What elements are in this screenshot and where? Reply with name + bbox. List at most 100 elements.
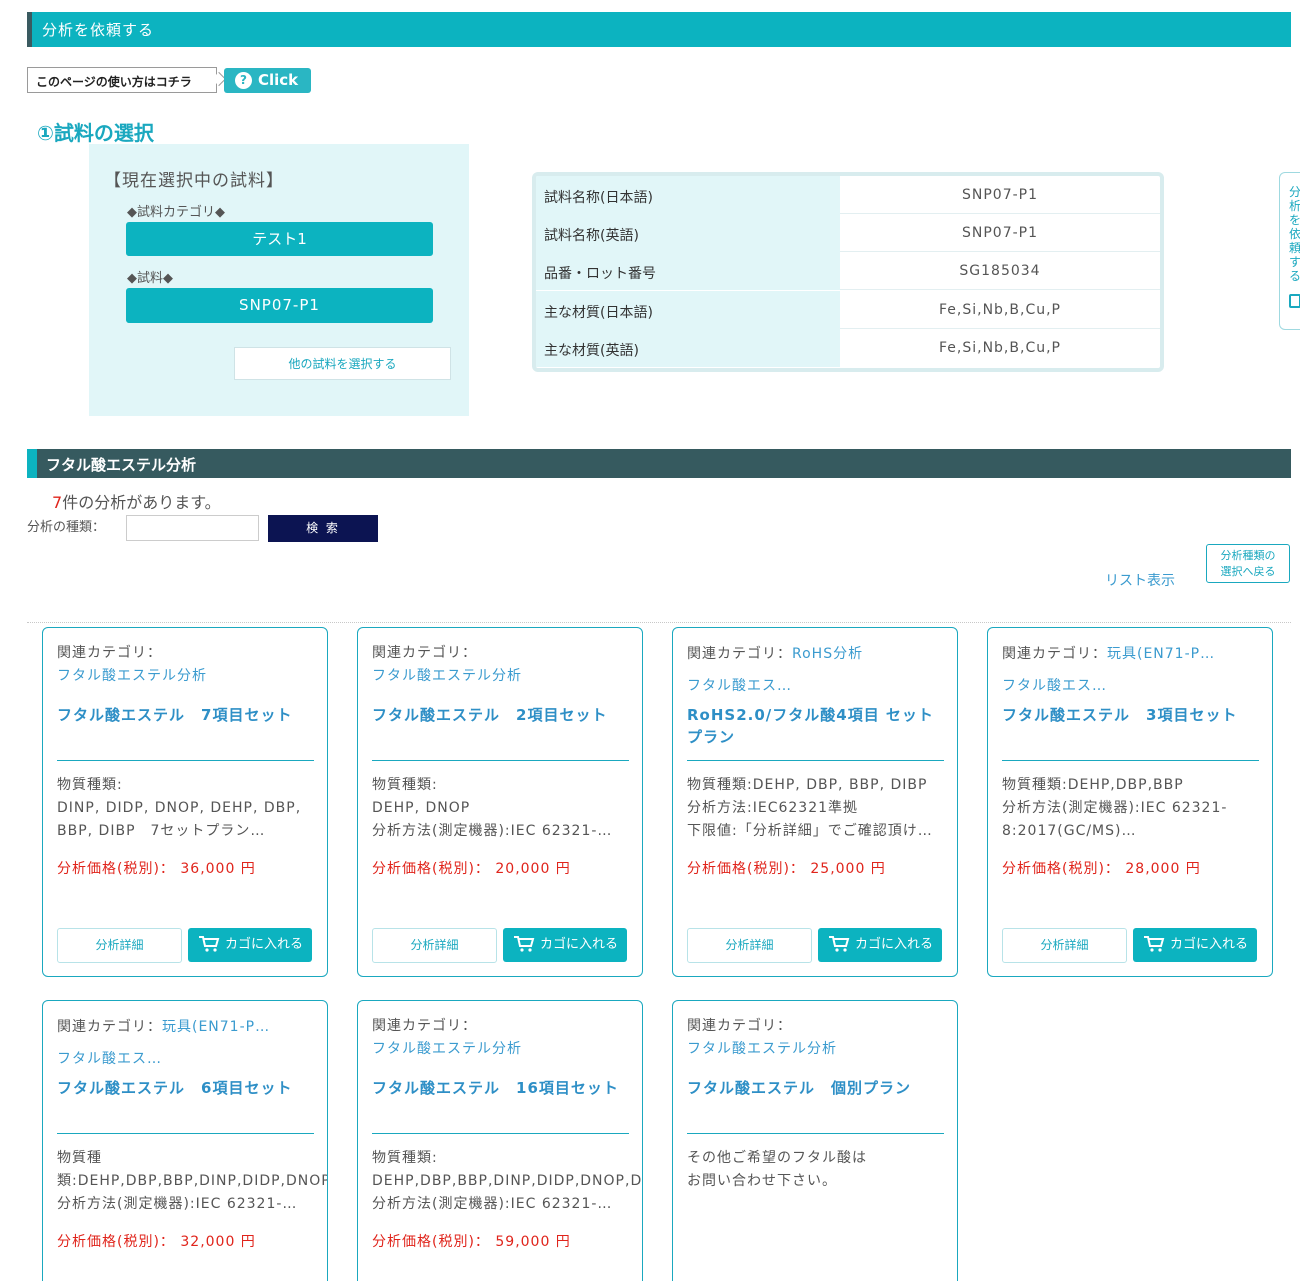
- card-title[interactable]: フタル酸エステル 6項目セット: [57, 1077, 315, 1099]
- info-row: 主な材質(日本語) Fe,Si,Nb,B,Cu,P: [536, 291, 1160, 329]
- info-value: Fe,Si,Nb,B,Cu,P: [939, 302, 1061, 318]
- desc-line: 分析方法(測定機器):IEC 62321-: [1002, 800, 1228, 816]
- add-to-cart-button[interactable]: カゴに入れる: [818, 928, 942, 962]
- card-category: 関連カテゴリ： フタル酸エステル分析: [372, 642, 628, 688]
- info-row: 品番・ロット番号 SG185034: [536, 252, 1160, 290]
- card-category-link[interactable]: フタル酸エステル分析: [57, 668, 207, 684]
- card-price: 分析価格(税別)： 28,000 円: [1002, 861, 1201, 877]
- card-category-value[interactable]: 玩具(EN71-P…: [1107, 646, 1215, 662]
- add-to-cart-label: カゴに入れる: [225, 937, 304, 952]
- cart-icon: [1144, 936, 1165, 952]
- desc-line: 分析方法(測定機器):IEC 62321-…: [57, 1196, 298, 1212]
- info-key: 主な材質(英語): [536, 329, 840, 367]
- analysis-detail-button[interactable]: 分析詳細: [1002, 928, 1127, 963]
- sample-category-label: ◆試料カテゴリ◆: [127, 205, 225, 220]
- cart-icon: [514, 936, 535, 952]
- info-row: 試料名称(英語) SNP07-P1: [536, 214, 1160, 252]
- card-title[interactable]: フタル酸エステル 個別プラン: [687, 1077, 945, 1099]
- add-to-cart-button[interactable]: カゴに入れる: [1133, 928, 1257, 962]
- desc-line: DEHP,DBP,BBP,DINP,DIDP,DNOP,DN: [372, 1173, 642, 1189]
- card-title[interactable]: フタル酸エステル 16項目セット: [372, 1077, 630, 1099]
- card-title[interactable]: フタル酸エステル 3項目セット: [1002, 704, 1260, 726]
- add-to-cart-button[interactable]: カゴに入れる: [503, 928, 627, 962]
- card-price: 分析価格(税別)： 32,000 円: [57, 1234, 256, 1250]
- sample-category-value[interactable]: テスト1: [126, 222, 433, 256]
- add-to-cart-label: カゴに入れる: [1170, 937, 1249, 952]
- card-divider: [372, 760, 629, 761]
- howto-label[interactable]: このページの使い方はコチラ: [27, 67, 217, 93]
- add-to-cart-label: カゴに入れる: [855, 937, 934, 952]
- card-category-link[interactable]: フタル酸エス…: [1002, 678, 1107, 694]
- desc-line: 物質種: [57, 1150, 102, 1166]
- card-title[interactable]: RoHS2.0/フタル酸4項目 セットプラン: [687, 704, 945, 748]
- card-category-link[interactable]: フタル酸エス…: [687, 678, 792, 694]
- add-to-cart-button[interactable]: カゴに入れる: [188, 928, 312, 962]
- copy-icon: [1289, 294, 1300, 308]
- result-count-number: 7: [52, 493, 63, 512]
- analysis-detail-button[interactable]: 分析詳細: [57, 928, 182, 963]
- click-button[interactable]: ? Click: [224, 68, 311, 93]
- cart-icon: [829, 936, 850, 952]
- card-category-link[interactable]: フタル酸エステル分析: [372, 1041, 522, 1057]
- card-divider: [57, 760, 314, 761]
- divider: [27, 622, 1291, 623]
- card-category-link[interactable]: フタル酸エス…: [57, 1051, 162, 1067]
- analysis-detail-button[interactable]: 分析詳細: [372, 928, 497, 963]
- card-category-value[interactable]: RoHS分析: [792, 646, 863, 662]
- desc-line: 物質種類:DEHP, DBP, BBP, DIBP: [687, 777, 928, 793]
- desc-line: 物質種類:: [57, 777, 123, 793]
- select-other-sample-button[interactable]: 他の試料を選択する: [234, 347, 451, 380]
- sample-label: ◆試料◆: [127, 271, 173, 286]
- search-button[interactable]: 検 索: [268, 515, 378, 542]
- card-divider: [1002, 760, 1259, 761]
- card-description: 物質種類:DEHP, DBP, BBP, DIBP 分析方法:IEC62321準…: [687, 774, 957, 843]
- card-category-link[interactable]: フタル酸エステル分析: [372, 668, 522, 684]
- card-category: 関連カテゴリ： フタル酸エステル分析: [687, 1015, 943, 1061]
- page-header: 分析を依頼する: [27, 12, 1291, 47]
- info-key: 試料名称(日本語): [536, 176, 840, 214]
- desc-line: 物質種類:: [372, 1150, 438, 1166]
- list-view-link[interactable]: リスト表示: [1105, 570, 1175, 590]
- card-category-value[interactable]: 玩具(EN71-P…: [162, 1019, 270, 1035]
- desc-line: お問い合わせ下さい。: [687, 1173, 837, 1189]
- card-category: 関連カテゴリ： フタル酸エステル分析: [372, 1015, 628, 1061]
- analysis-card: 関連カテゴリ： フタル酸エステル分析 フタル酸エステル 個別プラン その他ご希望の…: [672, 1000, 958, 1281]
- result-count: 7件の分析があります。: [52, 489, 221, 513]
- card-title[interactable]: フタル酸エステル 2項目セット: [372, 704, 630, 726]
- card-category-link[interactable]: フタル酸エステル分析: [687, 1041, 837, 1057]
- desc-line: 物質種類:DEHP,DBP,BBP: [1002, 777, 1184, 793]
- desc-line: 8:2017(GC/MS)…: [1002, 823, 1137, 839]
- desc-line: BBP, DIBP 7セットプラン…: [57, 823, 266, 839]
- search-input[interactable]: [126, 515, 259, 541]
- section-title-sample: ①試料の選択: [37, 121, 154, 145]
- back-to-analysis-types-button[interactable]: 分析種類の 選択へ戻る: [1206, 544, 1290, 583]
- card-category: 関連カテゴリ： フタル酸エステル分析: [57, 642, 313, 688]
- analysis-card: 関連カテゴリ： フタル酸エステル分析 フタル酸エステル 16項目セット 物質種類:…: [357, 1000, 643, 1281]
- info-row: 試料名称(日本語) SNP07-P1: [536, 176, 1160, 214]
- card-divider: [372, 1133, 629, 1134]
- card-divider: [57, 1133, 314, 1134]
- card-category-label: 関連カテゴリ：: [372, 1018, 477, 1034]
- desc-line: 分析方法(測定機器):IEC 62321-…: [372, 1196, 613, 1212]
- card-title[interactable]: フタル酸エステル 7項目セット: [57, 704, 315, 726]
- analysis-detail-button[interactable]: 分析詳細: [687, 928, 812, 963]
- desc-line: DINP, DIDP, DNOP, DEHP, DBP,: [57, 800, 302, 816]
- card-category-label: 関連カテゴリ：: [1002, 646, 1107, 662]
- desc-line: 分析方法:IEC62321準拠: [687, 800, 859, 816]
- info-value: Fe,Si,Nb,B,Cu,P: [939, 340, 1061, 356]
- sample-value[interactable]: SNP07-P1: [126, 288, 433, 323]
- search-label: 分析の種類：: [27, 520, 106, 535]
- card-divider: [687, 1133, 944, 1134]
- analysis-card: 関連カテゴリ：RoHS分析 フタル酸エス… RoHS2.0/フタル酸4項目 セット…: [672, 627, 958, 977]
- click-button-label: Click: [258, 71, 299, 89]
- card-category-label: 関連カテゴリ：: [372, 645, 477, 661]
- request-analysis-side-tab[interactable]: 分析を依頼する: [1279, 172, 1300, 330]
- card-price: 分析価格(税別)： 25,000 円: [687, 861, 886, 877]
- card-category-label: 関連カテゴリ：: [687, 1018, 792, 1034]
- card-category-label: 関連カテゴリ：: [57, 1019, 162, 1035]
- card-category-label: 関連カテゴリ：: [57, 645, 162, 661]
- category-header-title: フタル酸エステル分析: [46, 456, 197, 474]
- card-description: 物質種類: DINP, DIDP, DNOP, DEHP, DBP, BBP, …: [57, 774, 327, 843]
- back-button-line2: 選択へ戻る: [1220, 565, 1276, 578]
- card-category: 関連カテゴリ：RoHS分析 フタル酸エス…: [687, 638, 943, 702]
